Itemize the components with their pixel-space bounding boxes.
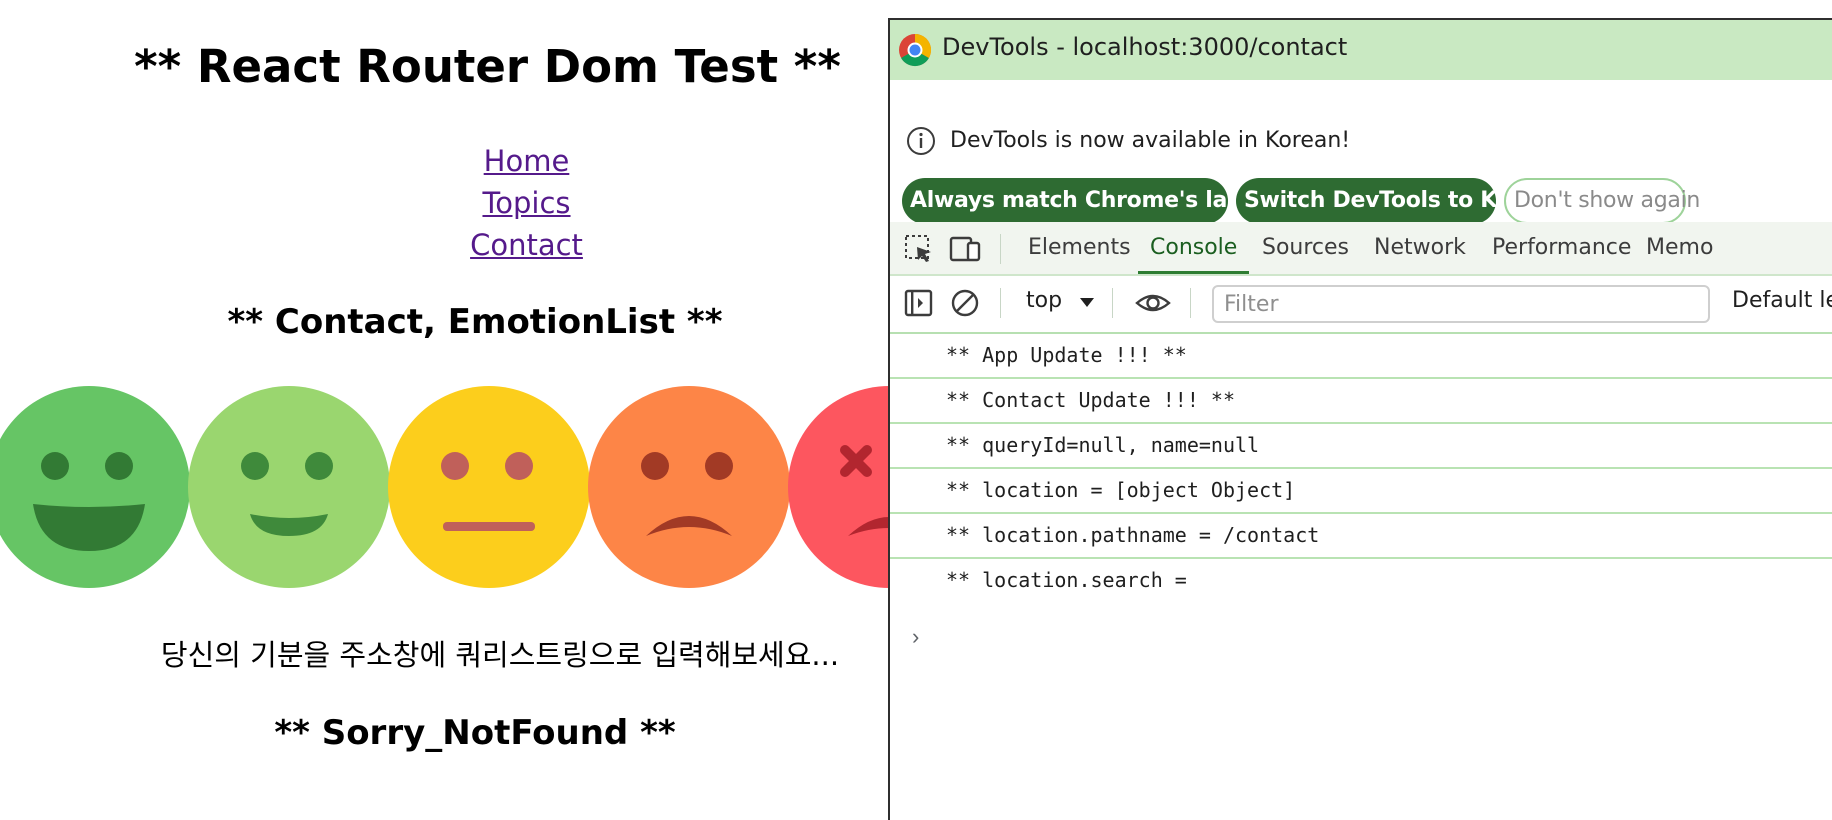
emotion-prompt-text: 당신의 기분을 주소창에 쿼리스트링으로 입력해보세요... [160, 638, 840, 672]
inspect-element-icon[interactable] [902, 232, 936, 266]
sidebar-toggle-icon[interactable] [902, 286, 936, 320]
language-info-message: DevTools is now available in Korean! [950, 128, 1351, 153]
context-selector[interactable]: top [1026, 288, 1062, 313]
tab-console[interactable]: Console [1138, 222, 1250, 274]
match-language-button[interactable]: Always match Chrome's language [902, 178, 1318, 224]
devtools-titlebar[interactable]: DevTools - localhost:3000/contact [890, 20, 1832, 80]
tab-memory[interactable]: Memo [1646, 222, 1730, 274]
nav-link-topics[interactable]: Topics [482, 186, 570, 220]
console-filter-input[interactable] [1212, 285, 1710, 323]
very-happy-face-icon[interactable] [0, 386, 190, 588]
nav-link-contact[interactable]: Contact [470, 228, 583, 262]
console-toolbar: top Default le [890, 276, 1832, 334]
console-message: ** App Update !!! ** [890, 334, 1832, 379]
dont-show-again-button[interactable]: Don't show again [1504, 178, 1700, 224]
page-title: ** React Router Dom Test ** [134, 40, 841, 93]
neutral-face-icon[interactable] [388, 386, 590, 588]
notfound-title: ** Sorry_NotFound ** [274, 713, 676, 753]
console-message: ** location = [object Object] [890, 469, 1832, 514]
nav-list: Home Topics Contact [0, 140, 890, 266]
tab-performance[interactable]: Performance [1492, 222, 1631, 274]
console-message: ** location.pathname = /contact [890, 514, 1832, 559]
chevron-down-icon [1080, 298, 1094, 307]
contact-section-title: ** Contact, EmotionList ** [227, 302, 723, 342]
console-message: ** Contact Update !!! ** [890, 379, 1832, 424]
device-toolbar-icon[interactable] [948, 232, 982, 266]
web-page: ** React Router Dom Test ** Home Topics … [0, 0, 890, 799]
emotion-list [0, 386, 890, 590]
angry-face-icon[interactable] [788, 386, 890, 588]
log-levels-dropdown[interactable]: Default le [1732, 288, 1832, 313]
switch-to-korean-button[interactable]: Switch DevTools to Korean [1236, 178, 1567, 224]
devtools-tabbar: Elements Console Sources Network Perform… [890, 222, 1832, 276]
console-output: ** App Update !!! ** ** Contact Update !… [890, 334, 1832, 602]
nav-link-home[interactable]: Home [484, 144, 570, 178]
devtools-window-title: DevTools - localhost:3000/contact [942, 33, 1348, 61]
clear-console-icon[interactable] [948, 286, 982, 320]
console-prompt[interactable]: › [912, 624, 919, 650]
chrome-icon [899, 33, 932, 67]
devtools-window: DevTools - localhost:3000/contact DevToo… [888, 18, 1832, 820]
live-expression-eye-icon[interactable] [1134, 286, 1172, 320]
console-message: ** queryId=null, name=null [890, 424, 1832, 469]
tab-elements[interactable]: Elements [1028, 222, 1131, 274]
tab-sources[interactable]: Sources [1262, 222, 1349, 274]
console-message: ** location.search = [946, 568, 1187, 592]
language-infobar: DevTools is now available in Korean! Alw… [890, 82, 1832, 240]
tab-network[interactable]: Network [1374, 222, 1466, 274]
info-icon [907, 127, 935, 155]
happy-face-icon[interactable] [188, 386, 390, 588]
sad-face-icon[interactable] [588, 386, 790, 588]
